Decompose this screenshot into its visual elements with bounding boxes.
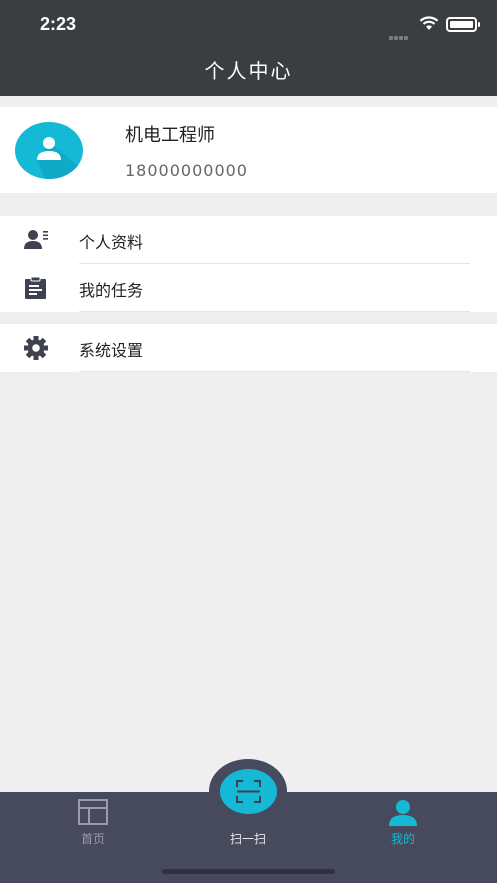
clipboard-icon [23, 276, 49, 300]
menu-label: 系统设置 [79, 341, 144, 360]
tab-scan-label: 扫一扫 [229, 832, 266, 846]
menu-item-my-tasks[interactable]: 我的任务 [0, 264, 497, 312]
tab-mine[interactable]: 我的 [353, 792, 453, 862]
status-time: 2:23 [40, 14, 77, 34]
gear-icon [23, 336, 49, 360]
profile-phone: 18000000000 [125, 161, 248, 180]
menu-item-system-settings[interactable]: 系统设置 [0, 324, 497, 372]
user-icon [388, 799, 418, 831]
user-card-icon [23, 228, 49, 252]
menu-group-profile: 个人资料 我的任务 [0, 216, 497, 312]
status-bar: 2:23 [0, 0, 497, 50]
page-title: 个人中心 [204, 59, 293, 83]
nav-bar: 个人中心 [0, 50, 497, 96]
scan-icon [236, 780, 261, 803]
profile-card[interactable]: 机电工程师 18000000000 [0, 107, 497, 193]
avatar[interactable] [15, 122, 83, 179]
scan-button[interactable] [220, 769, 277, 814]
user-avatar-icon [37, 137, 83, 179]
wifi-icon [419, 16, 439, 35]
menu-item-personal-info[interactable]: 个人资料 [0, 216, 497, 264]
menu-label: 个人资料 [79, 233, 144, 252]
divider [79, 311, 470, 312]
divider [79, 371, 470, 372]
profile-name: 机电工程师 [125, 125, 215, 146]
cellular-signal-icon [389, 25, 409, 44]
home-indicator [162, 869, 335, 874]
battery-icon [446, 17, 480, 32]
tab-home[interactable]: 首页 [43, 792, 143, 862]
menu-group-settings: 系统设置 [0, 324, 497, 372]
home-layout-icon [78, 799, 108, 829]
tab-home-label: 首页 [80, 832, 105, 846]
menu-label: 我的任务 [79, 281, 144, 300]
tab-mine-label: 我的 [390, 832, 415, 846]
